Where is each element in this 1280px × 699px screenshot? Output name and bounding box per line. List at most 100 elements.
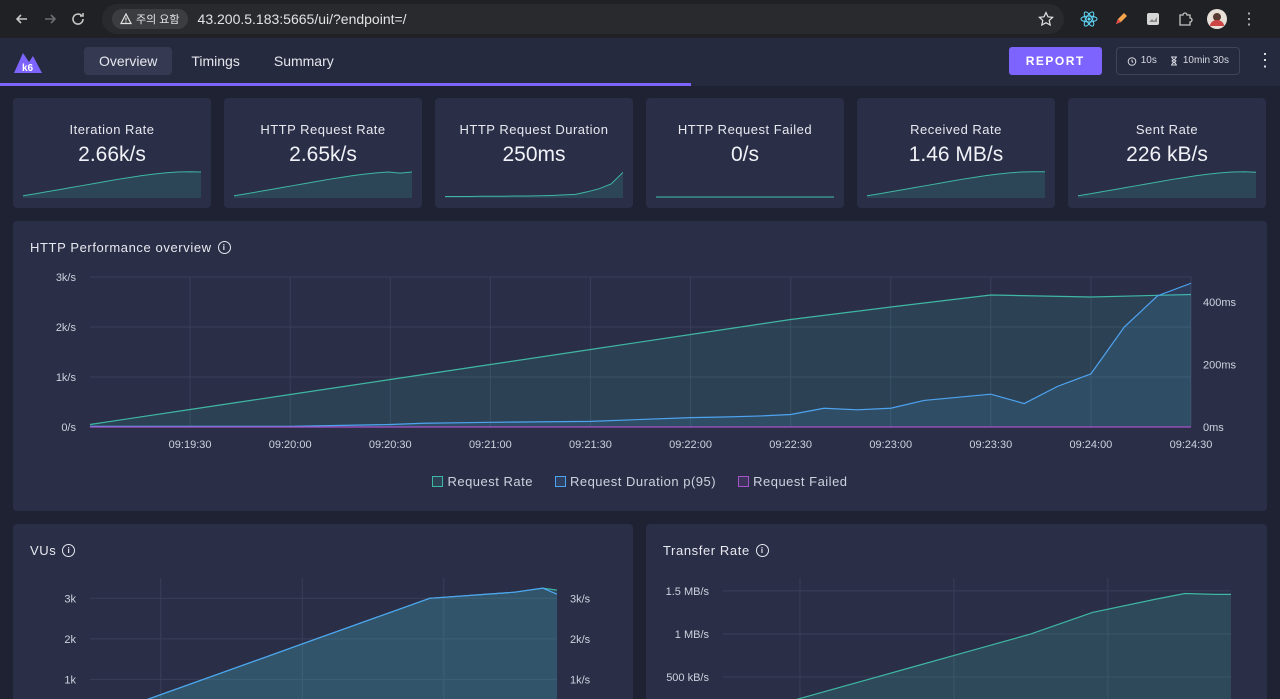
sparkline: [1078, 171, 1256, 198]
sparkline: [234, 171, 412, 198]
stat-title: Sent Rate: [1135, 122, 1199, 137]
test-progress-bar: [0, 83, 1280, 86]
image-extension-icon[interactable]: [1142, 8, 1164, 30]
stat-title: HTTP Request Rate: [260, 122, 386, 137]
sparkline-area: [1078, 171, 1256, 198]
stat-value: 226 kB/s: [1126, 143, 1208, 166]
y-right-tick-label: 400ms: [1203, 297, 1237, 309]
y-left-tick-label: 1 MB/s: [675, 629, 710, 641]
legend-item-request-duration[interactable]: Request Duration p(95): [554, 474, 717, 489]
stat-value: 0/s: [730, 143, 759, 166]
legend-label: Request Rate: [447, 474, 533, 489]
stat-card-http-request-duration: HTTP Request Duration 250ms: [435, 98, 633, 208]
svg-text:k6: k6: [22, 63, 34, 74]
browser-toolbar: 주의 요함 43.200.5.183:5665/ui/?endpoint=/ ⋮: [0, 0, 1280, 38]
y-right-tick-label: 3k/s: [570, 593, 591, 605]
stat-card-iteration-rate: Iteration Rate 2.66k/s: [13, 98, 211, 208]
y-right-tick-label: 2k/s: [570, 634, 591, 646]
y-right-tick-label: 1k/s: [570, 674, 591, 686]
stat-value: 250ms: [502, 143, 566, 166]
report-button[interactable]: REPORT: [1008, 46, 1102, 75]
k6-logo[interactable]: k6: [12, 45, 44, 77]
warning-label: 주의 요함: [136, 14, 180, 26]
x-tick-label: 09:24:30: [1170, 439, 1213, 451]
tab-timings[interactable]: Timings: [176, 47, 255, 75]
x-tick-label: 09:22:00: [669, 439, 712, 451]
legend-item-request-rate[interactable]: Request Rate: [432, 474, 533, 489]
panel-title: Transfer Rate i: [663, 543, 769, 558]
y-right-tick-label: 0ms: [1203, 422, 1224, 434]
legend-swatch: [738, 476, 750, 487]
x-tick-label: 09:23:30: [969, 439, 1012, 451]
series-area: [798, 593, 1231, 699]
transfer-rate-chart[interactable]: 500 kB/s 1 MB/s 1.5 MB/s: [646, 570, 1267, 699]
stat-card-http-request-rate: HTTP Request Rate 2.65k/s: [224, 98, 422, 208]
http-performance-chart[interactable]: 09:19:30 09:20:00 09:20:30 09:21:00 09:21:30…: [13, 261, 1267, 491]
y-left-tick-label: 1.5 MB/s: [666, 586, 710, 598]
legend-label: Request Duration p(95): [569, 474, 717, 489]
y-left-tick-label: 0/s: [61, 422, 76, 434]
sparkline-area: [23, 171, 201, 198]
stat-value: 2.65k/s: [289, 143, 357, 166]
series-area: [148, 588, 557, 699]
x-tick-label: 09:22:30: [769, 439, 812, 451]
stat-value: 1.46 MB/s: [908, 143, 1004, 166]
y-left-tick-label: 3k/s: [56, 272, 77, 284]
y-left-tick-label: 2k/s: [56, 322, 77, 334]
url-text[interactable]: 43.200.5.183:5665/ui/?endpoint=/: [198, 11, 1038, 27]
sparkline-area: [867, 171, 1045, 198]
stat-title: Iteration Rate: [69, 122, 155, 137]
stopwatch-icon: [1127, 56, 1137, 66]
reload-icon[interactable]: [64, 5, 92, 33]
forward-icon[interactable]: [36, 5, 64, 33]
tab-overview[interactable]: Overview: [84, 46, 173, 75]
bottom-panels: VUs i 1k 2k 3k 1k/s 2k/s 3k/s Transfer Rate i…: [13, 524, 1267, 699]
y-left-tick-label: 1k/s: [56, 372, 77, 384]
bookmark-star-icon[interactable]: [1038, 11, 1054, 27]
app-header: k6 Overview Timings Summary REPORT 10s 1…: [0, 38, 1280, 86]
y-left-tick-label: 3k: [64, 593, 76, 605]
x-tick-label: 09:20:30: [369, 439, 412, 451]
test-progress-fill: [0, 83, 692, 86]
x-tick-label: 09:20:00: [269, 439, 312, 451]
stat-cards: Iteration Rate 2.66k/s HTTP Request Rate…: [0, 87, 1280, 208]
y-left-tick-label: 1k: [64, 674, 76, 686]
y-right-tick-label: 200ms: [1203, 360, 1237, 372]
chart-title: VUs: [30, 543, 57, 558]
address-bar[interactable]: 주의 요함 43.200.5.183:5665/ui/?endpoint=/: [102, 4, 1064, 34]
security-warning-chip[interactable]: 주의 요함: [112, 9, 188, 29]
info-icon[interactable]: i: [755, 544, 769, 557]
x-tick-label: 09:21:30: [569, 439, 612, 451]
legend-item-request-failed[interactable]: Request Failed: [738, 474, 847, 489]
sparkline: [867, 171, 1045, 198]
stat-title: HTTP Request Duration: [459, 122, 609, 137]
tab-summary[interactable]: Summary: [259, 47, 349, 75]
chart-title: Transfer Rate: [663, 543, 750, 558]
chart-legend: Request Rate Request Duration p(95) Requ…: [13, 474, 1267, 489]
sparkline-area: [445, 172, 623, 198]
vus-panel: VUs i 1k 2k 3k 1k/s 2k/s 3k/s: [13, 524, 633, 699]
refresh-interval: 10s: [1140, 55, 1157, 66]
stat-title: Received Rate: [910, 122, 1002, 137]
back-icon[interactable]: [8, 5, 36, 33]
react-devtools-icon[interactable]: [1078, 8, 1100, 30]
extensions-puzzle-icon[interactable]: [1174, 8, 1196, 30]
vus-chart[interactable]: 1k 2k 3k 1k/s 2k/s 3k/s: [13, 570, 633, 699]
chart-title: HTTP Performance overview: [30, 240, 212, 255]
y-left-tick-label: 2k: [64, 634, 76, 646]
info-icon[interactable]: i: [62, 544, 76, 557]
http-performance-panel: HTTP Performance overview i 09:19:30 09:2…: [13, 221, 1267, 511]
stat-value: 2.66k/s: [78, 143, 146, 166]
y-left-tick-label: 500 kB/s: [666, 672, 709, 684]
warning-icon: [120, 13, 132, 25]
pen-extension-icon[interactable]: [1110, 8, 1132, 30]
sparkline: [23, 171, 201, 198]
browser-menu-icon[interactable]: ⋮: [1238, 8, 1260, 30]
elapsed-time: 10min 30s: [1182, 55, 1229, 66]
stat-card-http-request-failed: HTTP Request Failed 0/s: [646, 98, 844, 208]
legend-swatch: [554, 476, 566, 487]
profile-avatar[interactable]: [1206, 8, 1228, 30]
more-options-icon[interactable]: ⋮: [1256, 50, 1274, 71]
info-icon[interactable]: i: [217, 241, 231, 254]
stat-card-received-rate: Received Rate 1.46 MB/s: [857, 98, 1055, 208]
